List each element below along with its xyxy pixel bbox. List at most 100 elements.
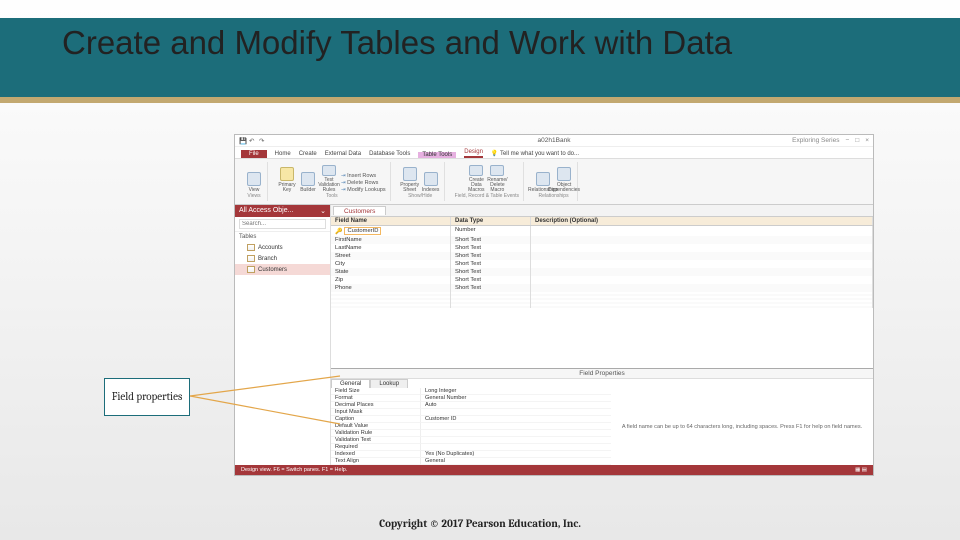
field-property-row[interactable]: IndexedYes (No Duplicates)	[331, 451, 611, 458]
tab-file[interactable]: File	[241, 150, 267, 158]
field-row[interactable]: ZipShort Text	[331, 276, 873, 284]
maximize-button[interactable]: □	[855, 137, 859, 144]
chevron-down-icon: ⌄	[320, 207, 326, 215]
tab-home[interactable]: Home	[275, 151, 291, 158]
nav-item-label: Branch	[258, 256, 277, 262]
col-description: Description (Optional)	[531, 217, 873, 225]
ribbon-group-label: Show/Hide	[408, 193, 432, 199]
ribbon-button[interactable]: Builder	[299, 165, 317, 193]
ribbon-button[interactable]: Rename/ Delete Macro	[488, 165, 506, 193]
field-property-row[interactable]: Input Mask	[331, 409, 611, 416]
description-cell	[531, 244, 873, 252]
field-properties-title: Field Properties	[331, 369, 873, 379]
tab-database-tools[interactable]: Database Tools	[369, 151, 410, 158]
field-property-row[interactable]: Decimal PlacesAuto	[331, 402, 611, 409]
field-properties-grid: Field SizeLong IntegerFormatGeneral Numb…	[331, 388, 611, 465]
field-property-row[interactable]: Validation Text	[331, 437, 611, 444]
redo-icon[interactable]: ↷	[259, 137, 266, 144]
ribbon-button[interactable]: Test Validation Rules	[320, 165, 338, 193]
nav-search-row	[235, 217, 330, 232]
property-name: Validation Text	[331, 437, 421, 444]
field-property-row[interactable]: CaptionCustomer ID	[331, 416, 611, 423]
tell-me-box[interactable]: 💡 Tell me what you want to do...	[491, 150, 579, 158]
property-value: Long Integer	[421, 388, 611, 395]
empty-row[interactable]	[331, 306, 873, 308]
field-row[interactable]: CityShort Text	[331, 260, 873, 268]
slide-title: Create and Modify Tables and Work with D…	[62, 22, 732, 63]
command-icon	[424, 172, 438, 186]
ribbon-button[interactable]: Property Sheet	[401, 165, 419, 193]
callout-field-properties: Field properties	[104, 378, 190, 416]
ribbon-group: Property SheetIndexesShow/Hide	[397, 162, 445, 201]
command-icon	[322, 165, 336, 176]
field-property-row[interactable]: Required	[331, 444, 611, 451]
main-area: Customers Field Name Data Type Descripti…	[331, 205, 873, 465]
property-name: Required	[331, 444, 421, 451]
ribbon-small-button[interactable]: Modify Lookups	[341, 187, 386, 193]
field-property-row[interactable]: Default Value	[331, 423, 611, 430]
ribbon-button[interactable]: Indexes	[422, 165, 440, 193]
data-type-cell: Short Text	[451, 284, 531, 292]
nav-item[interactable]: Accounts	[235, 242, 330, 253]
field-row[interactable]: LastNameShort Text	[331, 244, 873, 252]
field-row[interactable]: StreetShort Text	[331, 252, 873, 260]
property-value: Customer ID	[421, 416, 611, 423]
field-property-row[interactable]: Validation Rule	[331, 430, 611, 437]
object-tabs: Customers	[331, 205, 873, 217]
field-row[interactable]: PhoneShort Text	[331, 284, 873, 292]
object-tab-customers[interactable]: Customers	[333, 206, 386, 215]
view-switch-icons[interactable]: ▦ ▤	[855, 467, 867, 473]
copyright-text: Copyright © 2017 Pearson Education, Inc.	[0, 517, 960, 530]
field-row[interactable]: 🔑CustomerIDNumber	[331, 226, 873, 236]
field-row[interactable]: FirstNameShort Text	[331, 236, 873, 244]
table-icon	[247, 255, 255, 262]
nav-header[interactable]: All Access Obje... ⌄	[235, 205, 330, 217]
ribbon-small-button[interactable]: Insert Rows	[341, 173, 386, 179]
ribbon-button[interactable]: Primary Key	[278, 165, 296, 193]
description-cell	[531, 252, 873, 260]
status-bar: Design view. F6 = Switch panes. F1 = Hel…	[235, 465, 873, 475]
ribbon-group: ViewViews	[241, 162, 268, 201]
ribbon-small-button[interactable]: Delete Rows	[341, 180, 386, 186]
design-grid-rows: 🔑CustomerIDNumberFirstNameShort TextLast…	[331, 226, 873, 368]
description-cell	[531, 236, 873, 244]
user-label: Exploring Series	[792, 137, 839, 144]
field-property-row[interactable]: Text AlignGeneral	[331, 458, 611, 465]
command-icon	[490, 165, 504, 176]
ribbon-button-label: Property Sheet	[400, 183, 419, 193]
ribbon-button-label: Primary Key	[278, 183, 296, 193]
field-name-cell: Street	[335, 253, 350, 259]
field-name-cell: CustomerID	[344, 227, 381, 235]
tab-design[interactable]: Design	[464, 149, 483, 158]
property-value	[421, 409, 611, 416]
ribbon-button[interactable]: Create Data Macros	[467, 165, 485, 193]
ribbon-button[interactable]: Object Dependencies	[555, 165, 573, 193]
field-property-row[interactable]: Field SizeLong Integer	[331, 388, 611, 395]
field-name-cell: FirstName	[335, 237, 362, 243]
field-name-cell: State	[335, 269, 349, 275]
undo-icon[interactable]: ↶	[249, 137, 256, 144]
nav-item[interactable]: Branch	[235, 253, 330, 264]
ribbon-button[interactable]: View	[245, 165, 263, 193]
fp-tab-lookup[interactable]: Lookup	[370, 379, 408, 388]
nav-search-input[interactable]	[239, 219, 326, 229]
window-controls: Exploring Series − □ ×	[792, 137, 869, 144]
status-text: Design view. F6 = Switch panes. F1 = Hel…	[241, 467, 347, 473]
property-value	[421, 444, 611, 451]
save-icon[interactable]: 💾	[239, 137, 246, 144]
description-cell	[531, 284, 873, 292]
command-icon	[247, 172, 261, 186]
tell-me-text: Tell me what you want to do...	[500, 151, 579, 158]
field-name-cell: LastName	[335, 245, 361, 251]
data-type-cell: Short Text	[451, 268, 531, 276]
tab-create[interactable]: Create	[299, 151, 317, 158]
close-button[interactable]: ×	[865, 137, 869, 144]
tab-external-data[interactable]: External Data	[325, 151, 361, 158]
field-property-row[interactable]: FormatGeneral Number	[331, 395, 611, 402]
field-row[interactable]: State Short Text	[331, 268, 873, 276]
nav-item-label: Accounts	[258, 245, 283, 251]
minimize-button[interactable]: −	[845, 137, 849, 144]
nav-group-tables[interactable]: Tables	[235, 232, 330, 242]
property-value: Auto	[421, 402, 611, 409]
nav-item[interactable]: Customers	[235, 264, 330, 275]
